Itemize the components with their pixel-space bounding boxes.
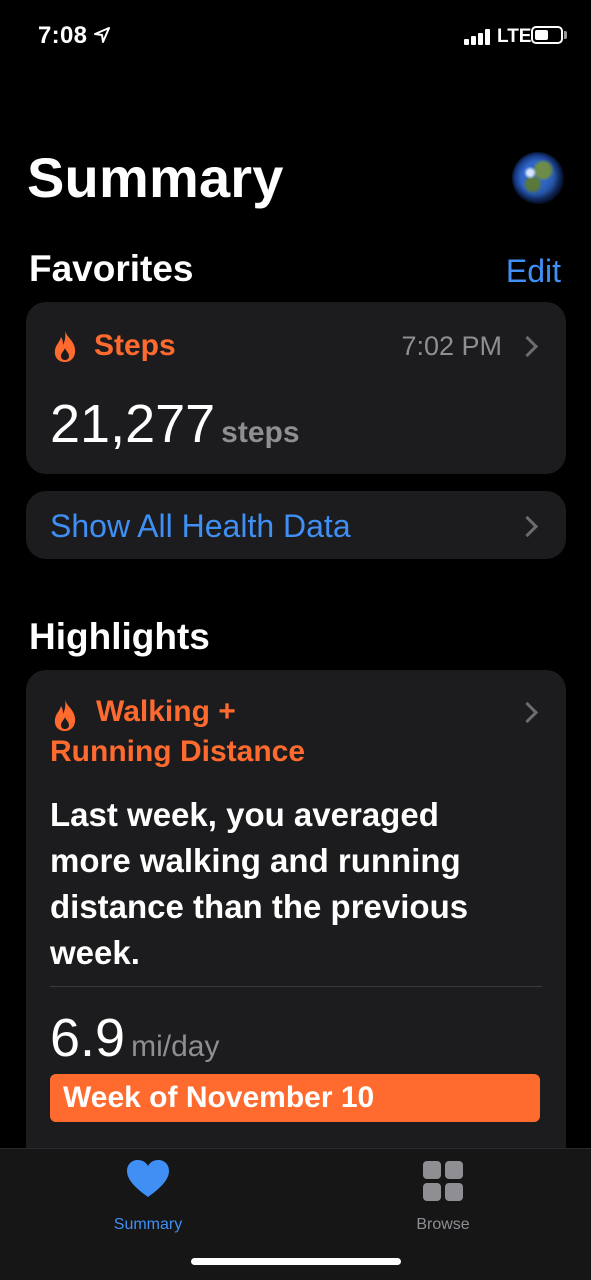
show-all-health-data-button[interactable]: Show All Health Data — [26, 491, 566, 559]
highlight-title-line1: Walking + — [96, 695, 236, 728]
favorites-heading: Favorites — [29, 248, 194, 289]
chevron-right-icon — [516, 335, 539, 358]
steps-value-row: 21,277 steps — [50, 394, 300, 454]
steps-label: Steps — [94, 329, 176, 362]
heart-icon — [127, 1160, 169, 1197]
page-title: Summary — [27, 146, 284, 209]
highlight-description: Last week, you averaged more walking and… — [50, 796, 469, 971]
location-arrow-icon — [94, 27, 110, 43]
show-all-label: Show All Health Data — [50, 508, 351, 544]
status-time: 7:08 — [38, 22, 88, 49]
grid-icon — [423, 1161, 463, 1201]
week-label: Week of November 10 — [63, 1081, 375, 1114]
flame-icon — [54, 699, 76, 731]
flame-icon — [54, 330, 76, 362]
highlight-title-line2: Running Distance — [50, 735, 306, 768]
highlights-heading: Highlights — [29, 616, 210, 657]
battery-tip — [564, 31, 567, 39]
steps-timestamp: 7:02 PM — [401, 331, 502, 361]
steps-card-header: Steps — [50, 326, 176, 366]
steps-value: 21,277 — [50, 394, 216, 454]
divider — [50, 986, 542, 987]
tab-browse-label: Browse — [416, 1216, 470, 1233]
steps-unit: steps — [221, 416, 300, 449]
battery-icon — [531, 26, 563, 44]
highlight-value-row: 6.9 mi/day — [50, 1008, 219, 1068]
health-app-screen: 7:08 LTE Summary Favorites Edit Steps 7:… — [0, 0, 591, 1280]
highlight-card[interactable]: Walking + Running Distance Last week, yo… — [26, 670, 566, 1230]
chevron-right-icon — [516, 701, 539, 724]
tab-summary-label: Summary — [113, 1216, 183, 1233]
highlight-title: Walking + Running Distance — [50, 692, 470, 772]
earth-avatar-icon[interactable] — [512, 152, 564, 204]
highlight-value: 6.9 — [50, 1008, 126, 1068]
chevron-right-icon — [516, 515, 539, 538]
home-indicator[interactable] — [191, 1258, 401, 1265]
week-badge: Week of November 10 — [50, 1074, 540, 1122]
cellular-signal-icon — [464, 29, 492, 45]
edit-button[interactable]: Edit — [506, 250, 561, 292]
highlight-unit: mi/day — [131, 1030, 220, 1063]
status-bar: 7:08 LTE — [0, 0, 591, 72]
steps-card[interactable]: Steps 7:02 PM 21,277 steps — [26, 302, 566, 474]
network-type: LTE — [497, 26, 532, 47]
